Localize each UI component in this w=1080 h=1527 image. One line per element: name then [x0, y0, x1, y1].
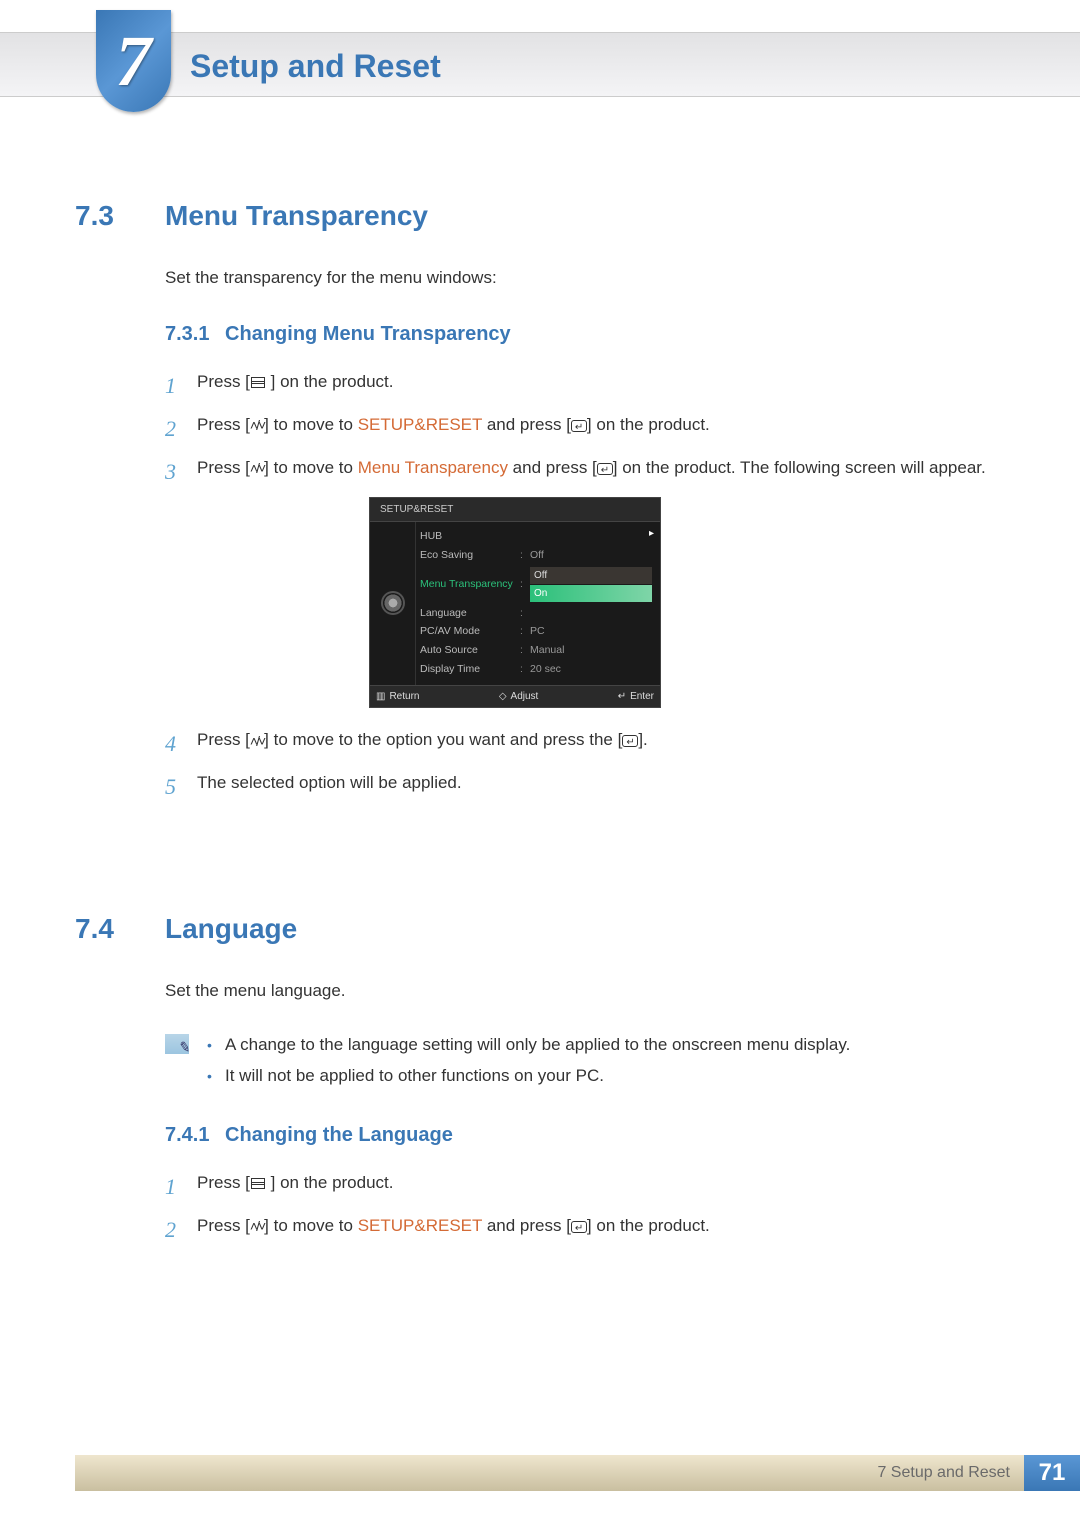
osd-footer: ▥Return ◇Adjust ↵Enter [370, 685, 660, 707]
subsection-heading-7-4-1: 7.4.1 Changing the Language [165, 1120, 1005, 1150]
step-5: 5 The selected option will be applied. [165, 770, 1005, 803]
osd-screenshot: SETUP&RESET ▸ HUB Eco Saving:Off Menu Tr… [370, 498, 1005, 708]
enter-icon [571, 420, 587, 432]
osd-row-transparency: Menu Transparency: Off On [416, 565, 660, 604]
osd-option-off: Off [530, 567, 652, 584]
steps-7-4-1: 1 Press [ ] on the product. 2 Press [˄/˅… [165, 1170, 1005, 1246]
subsection-heading-7-3-1: 7.3.1 Changing Menu Transparency [165, 319, 1005, 349]
enter-icon [622, 735, 638, 747]
enter-icon: ↵ [618, 689, 626, 704]
osd-title: SETUP&RESET [370, 498, 660, 522]
osd-row-displaytime: Display Time:20 sec [416, 660, 660, 679]
step-1: 1 Press [ ] on the product. [165, 369, 1005, 402]
updown-icon: ˄/˅ [250, 1219, 264, 1233]
subsection-title: Changing the Language [225, 1124, 453, 1146]
osd-row-hub: HUB [416, 528, 660, 547]
updown-icon: ˄/˅ [250, 461, 264, 475]
chapter-number: 7 [116, 7, 152, 115]
section-title: Menu Transparency [165, 195, 428, 237]
section-number: 7.4 [75, 908, 165, 950]
steps-7-3-1: 1 Press [ ] on the product. 2 Press [˄/˅… [165, 369, 1005, 488]
osd-foot-return: ▥Return [376, 689, 419, 704]
enter-icon [597, 463, 613, 475]
osd-panel: SETUP&RESET ▸ HUB Eco Saving:Off Menu Tr… [370, 498, 660, 708]
menu-icon [251, 1178, 265, 1189]
steps-7-3-1-cont: 4 Press [˄/˅] to move to the option you … [165, 727, 1005, 803]
osd-row-language: Language: [416, 604, 660, 623]
menu-icon: ▥ [376, 689, 385, 704]
note-item: A change to the language setting will on… [207, 1032, 850, 1058]
right-arrow-icon: ▸ [649, 526, 654, 541]
subsection-number: 7.3.1 [165, 323, 209, 345]
section-title: Language [165, 908, 297, 950]
page-footer: 7 Setup and Reset 71 [75, 1455, 1080, 1491]
step-2: 2 Press [˄/˅] to move to SETUP&RESET and… [165, 1213, 1005, 1246]
updown-icon: ◇ [499, 689, 507, 704]
step-3: 3 Press [˄/˅] to move to Menu Transparen… [165, 455, 1005, 488]
highlight-menutrans: Menu Transparency [358, 458, 508, 477]
chapter-badge: 7 [96, 10, 171, 112]
subsection-number: 7.4.1 [165, 1124, 209, 1146]
step-4: 4 Press [˄/˅] to move to the option you … [165, 727, 1005, 760]
section-intro: Set the transparency for the menu window… [165, 265, 1005, 291]
note-icon [165, 1034, 189, 1054]
section-heading-7-3: 7.3 Menu Transparency [75, 195, 1005, 237]
highlight-setupreset: SETUP&RESET [358, 415, 482, 434]
osd-foot-adjust: ◇Adjust [499, 689, 539, 704]
osd-row-eco: Eco Saving:Off [416, 546, 660, 565]
step-1: 1 Press [ ] on the product. [165, 1170, 1005, 1203]
section-number: 7.3 [75, 195, 165, 237]
note-item: It will not be applied to other function… [207, 1063, 850, 1089]
updown-icon: ˄/˅ [250, 418, 264, 432]
page-content: 7.3 Menu Transparency Set the transparen… [75, 180, 1005, 1256]
note-block: A change to the language setting will on… [165, 1032, 1005, 1095]
footer-page-number: 71 [1024, 1455, 1080, 1491]
menu-icon [251, 377, 265, 388]
footer-label: 7 Setup and Reset [75, 1455, 1024, 1491]
section-intro: Set the menu language. [165, 978, 1005, 1004]
osd-option-on: On [530, 585, 652, 602]
enter-icon [571, 1221, 587, 1233]
highlight-setupreset: SETUP&RESET [358, 1216, 482, 1235]
gear-icon [383, 593, 403, 613]
subsection-title: Changing Menu Transparency [225, 323, 511, 345]
updown-icon: ˄/˅ [250, 734, 264, 748]
osd-foot-enter: ↵Enter [618, 689, 654, 704]
osd-row-pcav: PC/AV Mode:PC [416, 623, 660, 642]
step-2: 2 Press [˄/˅] to move to SETUP&RESET and… [165, 412, 1005, 445]
osd-row-autosource: Auto Source:Manual [416, 642, 660, 661]
section-heading-7-4: 7.4 Language [75, 908, 1005, 950]
chapter-title: Setup and Reset [190, 42, 441, 90]
